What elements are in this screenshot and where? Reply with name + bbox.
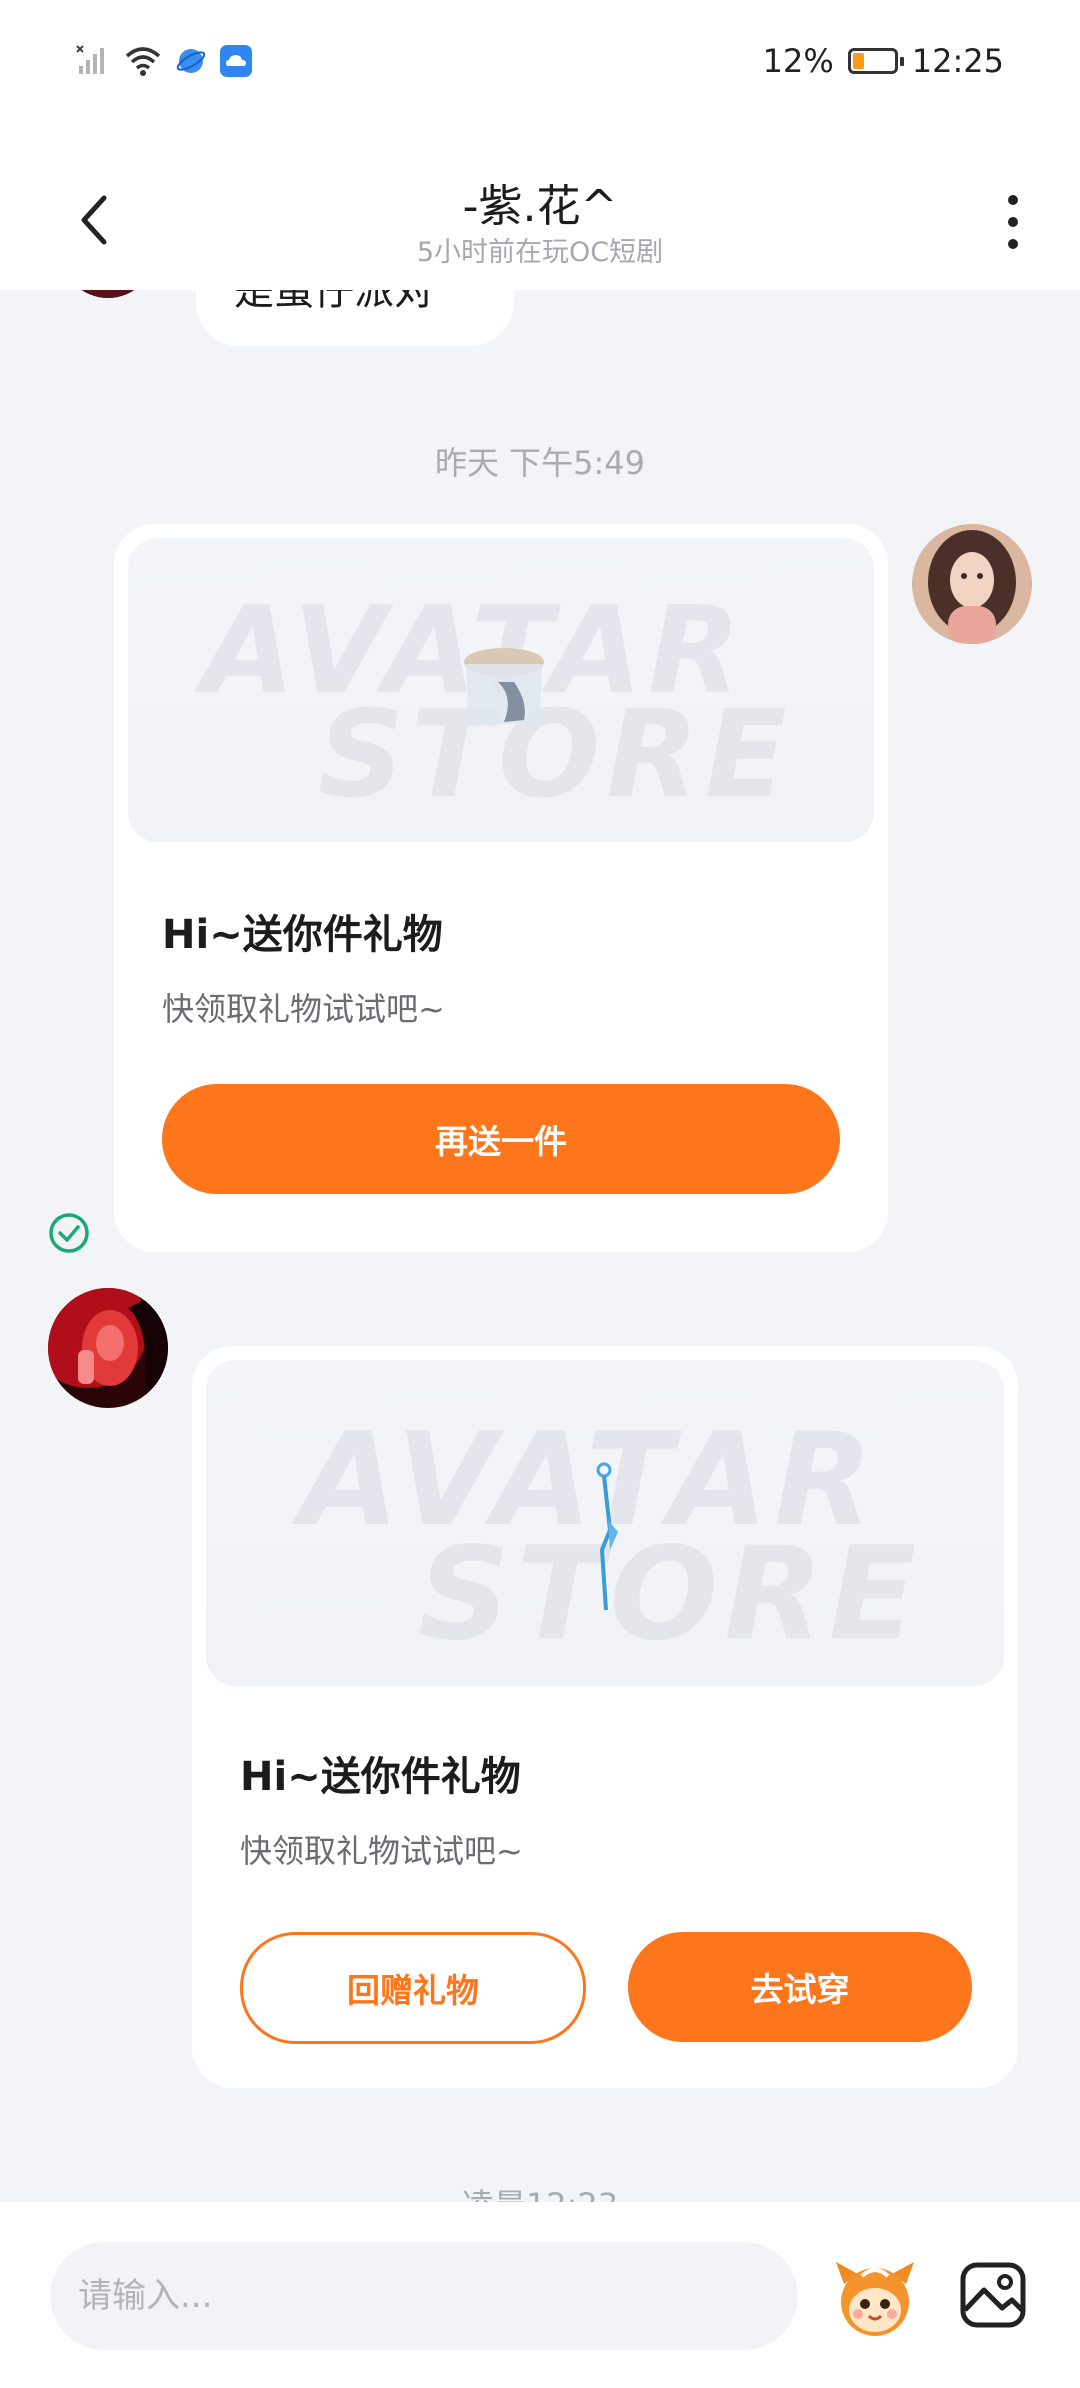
emoji-mascot-icon[interactable] <box>832 2254 918 2340</box>
gift-description: 快领取礼物试试吧~ <box>240 1832 523 1870</box>
contact-avatar[interactable] <box>48 1288 168 1408</box>
chat-header: -紫.花^ 5小时前在玩OC短剧 <box>0 130 1080 290</box>
message-input-bar <box>0 2202 1080 2388</box>
gift-title: Hi~送你件礼物 <box>162 912 443 958</box>
gift-card-received: AVATAR STORE Hi~送你件礼物 快领取礼物试试吧~ 回赠礼物 去试穿 <box>192 1346 1018 2088</box>
status-time: 12:25 <box>911 42 1004 80</box>
return-gift-button[interactable]: 回赠礼物 <box>240 1932 586 2044</box>
battery-level <box>852 53 864 69</box>
gift-item-hat-image <box>464 648 544 726</box>
chat-screen: 12% 12:25 -紫.花^ 5小时前在玩OC短剧 是蛋仔派对 昨天 下午5:… <box>0 0 1080 2388</box>
message-bubble-previous[interactable]: 是蛋仔派对 <box>196 290 514 346</box>
read-check-icon <box>49 1213 89 1253</box>
gift-preview[interactable]: AVATAR STORE <box>206 1360 1004 1686</box>
status-bar: 12% 12:25 <box>0 0 1080 130</box>
more-vertical-icon[interactable] <box>998 192 1028 252</box>
contact-activity-status: 5小时前在玩OC短剧 <box>416 237 664 268</box>
browser-app-icon <box>176 49 206 73</box>
battery-icon <box>847 48 904 74</box>
gift-card-sent: AVATAR STORE Hi~送你件礼物 快领取礼物试试吧~ 再送一件 <box>114 524 888 1252</box>
gift-title: Hi~送你件礼物 <box>240 1754 521 1800</box>
message-timestamp: 昨天 下午5:49 <box>434 444 646 482</box>
my-avatar[interactable] <box>912 524 1032 644</box>
avatar-store-watermark: STORE <box>318 686 793 825</box>
avatar-store-watermark: STORE <box>418 1520 923 1669</box>
cloud-app-icon <box>220 45 252 77</box>
send-another-gift-button[interactable]: 再送一件 <box>162 1084 840 1194</box>
gift-description: 快领取礼物试试吧~ <box>162 990 445 1028</box>
message-timestamp: 凌晨12:23 <box>0 2180 1080 2202</box>
message-text: 是蛋仔派对 <box>234 290 434 314</box>
status-icons-right: 12% 12:25 <box>763 42 1004 80</box>
contact-avatar-partial[interactable] <box>60 290 156 298</box>
battery-percent: 12% <box>762 42 834 80</box>
status-icons-left <box>76 44 252 78</box>
wifi-icon <box>125 47 161 76</box>
gift-preview[interactable]: AVATAR STORE <box>128 538 874 842</box>
contact-name: -紫.花^ <box>462 181 618 232</box>
message-input[interactable] <box>50 2242 798 2350</box>
no-signal-icon <box>76 45 104 74</box>
chat-message-list[interactable]: 是蛋仔派对 昨天 下午5:49 AVATAR STORE Hi~送你件礼物 快领… <box>0 290 1080 2202</box>
gift-item-accessory-image <box>596 1462 618 1611</box>
try-on-button[interactable]: 去试穿 <box>628 1932 972 2042</box>
image-picker-icon[interactable] <box>958 2260 1028 2330</box>
